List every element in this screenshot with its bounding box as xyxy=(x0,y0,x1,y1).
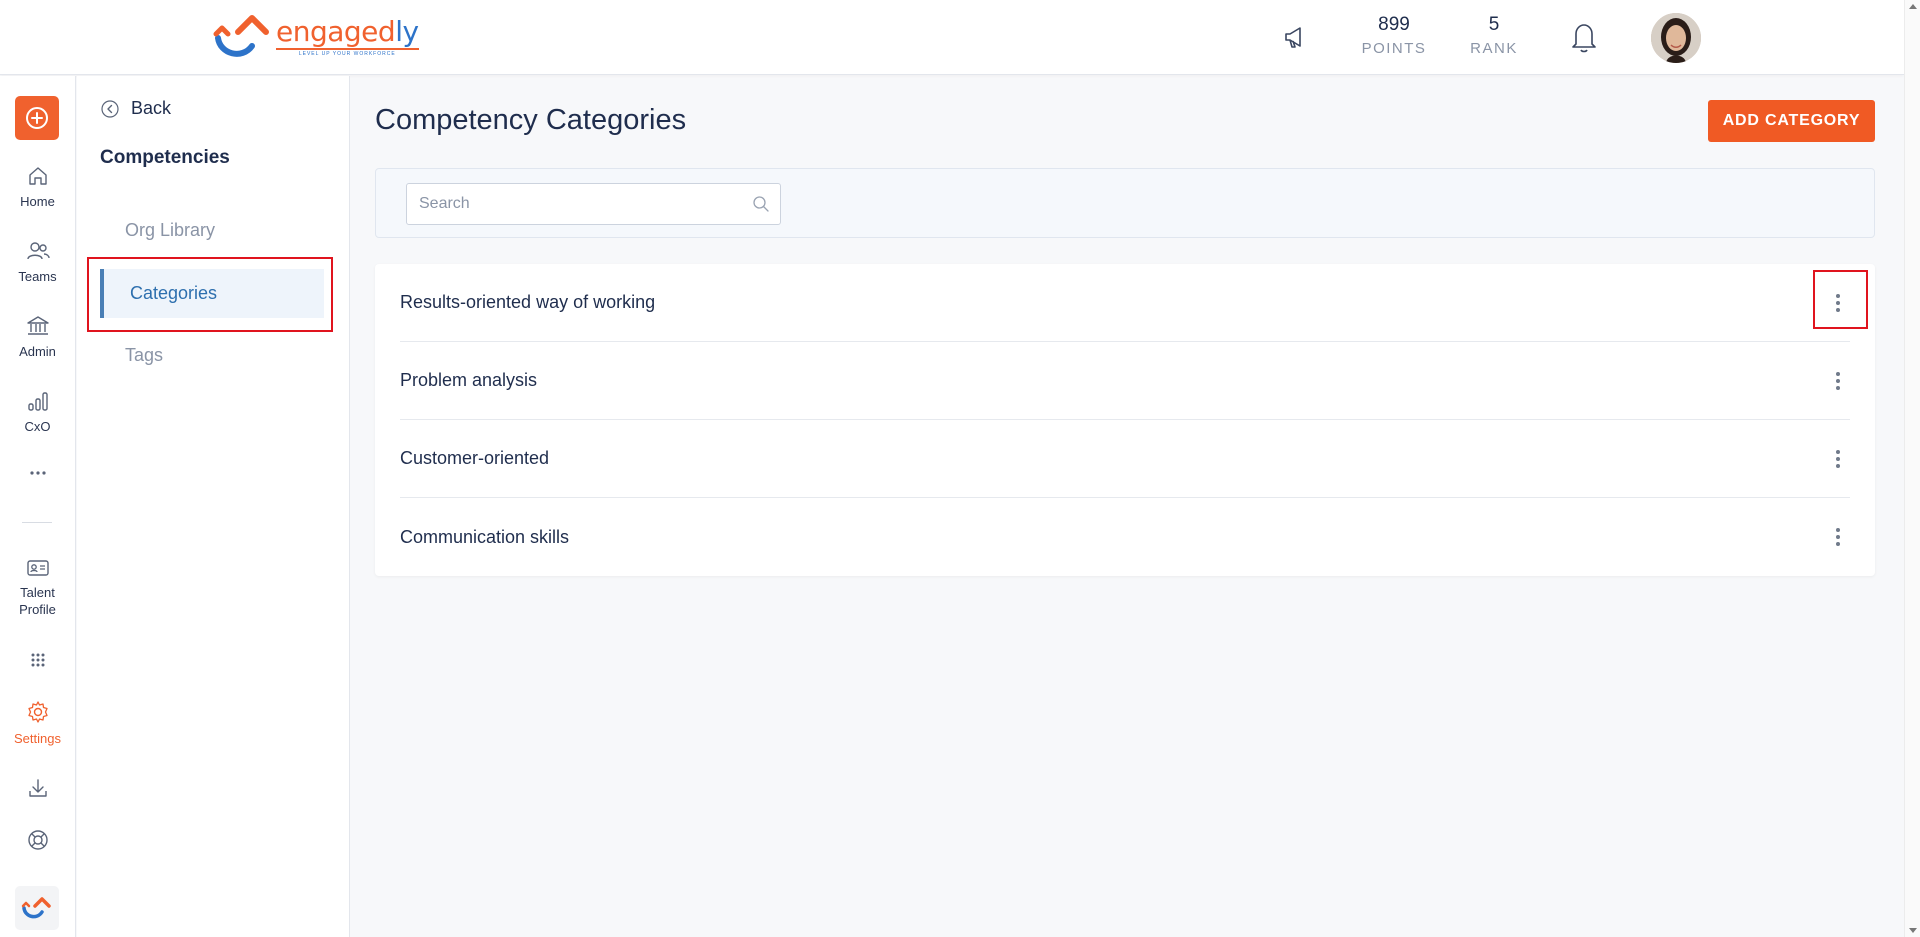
rail-item-cxo[interactable]: CxO xyxy=(0,390,75,435)
kebab-menu-icon[interactable] xyxy=(1826,366,1850,396)
rank-label: RANK xyxy=(1470,40,1518,57)
home-icon xyxy=(28,167,47,185)
megaphone-icon[interactable] xyxy=(1280,22,1310,52)
points-label: POINTS xyxy=(1361,40,1427,57)
more-horizontal-icon xyxy=(29,471,46,475)
plus-circle-icon xyxy=(26,107,48,129)
left-rail: Home Teams Admin CxO Talent Profile Sett… xyxy=(0,76,76,937)
category-list: Results-oriented way of working Problem … xyxy=(375,264,1875,576)
user-avatar[interactable] xyxy=(1651,13,1701,63)
admin-icon xyxy=(26,316,49,335)
rail-divider xyxy=(22,522,52,523)
rail-more-button[interactable] xyxy=(0,469,75,477)
category-name[interactable]: Customer-oriented xyxy=(400,448,549,469)
rank-stat[interactable]: 5 RANK xyxy=(1466,14,1522,57)
quick-add-button[interactable] xyxy=(15,96,59,140)
filter-bar xyxy=(375,168,1875,238)
rail-item-settings[interactable]: Settings xyxy=(0,700,75,747)
top-header: engagedly LEVEL UP YOUR WORKFORCE 899 PO… xyxy=(0,0,1904,75)
points-stat[interactable]: 899 POINTS xyxy=(1358,14,1430,57)
rail-brand-logo[interactable] xyxy=(15,886,59,930)
page-scrollbar[interactable] xyxy=(1904,0,1920,937)
brand-mark-icon xyxy=(21,897,51,919)
apps-grid-icon xyxy=(31,653,44,667)
kebab-menu-icon[interactable] xyxy=(1826,444,1850,474)
rail-label-settings: Settings xyxy=(14,731,61,746)
rail-label-admin: Admin xyxy=(19,344,56,359)
download-icon xyxy=(28,779,47,797)
back-button[interactable]: Back xyxy=(101,98,171,119)
scroll-down-arrow-icon[interactable] xyxy=(1909,928,1917,933)
kebab-menu-icon[interactable] xyxy=(1826,288,1850,318)
rail-label-talent-profile: Talent Profile xyxy=(19,585,56,617)
rail-item-home[interactable]: Home xyxy=(0,165,75,210)
scroll-up-arrow-icon[interactable] xyxy=(1909,4,1917,9)
rail-help-button[interactable] xyxy=(0,828,75,852)
category-row[interactable]: Problem analysis xyxy=(400,342,1850,420)
bell-icon[interactable] xyxy=(1568,20,1598,53)
rail-item-admin[interactable]: Admin xyxy=(0,315,75,360)
rail-label-cxo: CxO xyxy=(24,419,51,434)
rail-item-talent-profile[interactable]: Talent Profile xyxy=(0,558,75,618)
logo-mark-icon xyxy=(213,15,269,57)
category-row[interactable]: Customer-oriented xyxy=(400,420,1850,498)
search-box[interactable] xyxy=(406,183,781,225)
rail-label-home: Home xyxy=(20,194,55,209)
search-input[interactable] xyxy=(407,184,737,224)
add-category-button[interactable]: ADD CATEGORY xyxy=(1708,100,1875,142)
teams-icon xyxy=(26,242,50,260)
gear-icon xyxy=(27,701,48,723)
engagedly-logo[interactable]: engagedly LEVEL UP YOUR WORKFORCE xyxy=(212,12,419,62)
category-name[interactable]: Problem analysis xyxy=(400,370,537,391)
back-label: Back xyxy=(131,98,172,118)
subnav-item-tags[interactable]: Tags xyxy=(100,331,324,380)
category-name[interactable]: Results-oriented way of working xyxy=(400,292,655,313)
subnav-title: Competencies xyxy=(100,147,230,168)
chart-icon xyxy=(27,392,48,411)
rail-download-button[interactable] xyxy=(0,777,75,799)
rail-apps-button[interactable] xyxy=(0,652,75,668)
rail-item-teams[interactable]: Teams xyxy=(0,240,75,285)
category-row[interactable]: Communication skills xyxy=(400,498,1850,576)
chevron-left-circle-icon xyxy=(101,99,119,118)
logo-word-blue: ly xyxy=(395,15,419,48)
points-value: 899 xyxy=(1378,14,1410,35)
subnav-item-categories[interactable]: Categories xyxy=(100,269,324,318)
subnav-item-org-library[interactable]: Org Library xyxy=(100,206,324,255)
kebab-menu-icon[interactable] xyxy=(1826,522,1850,552)
category-name[interactable]: Communication skills xyxy=(400,527,569,548)
rank-value: 5 xyxy=(1488,14,1500,35)
lifebuoy-icon xyxy=(27,830,48,850)
search-icon[interactable] xyxy=(752,195,770,213)
competencies-subnav: Back Competencies Org Library Categories… xyxy=(77,76,350,937)
id-card-icon xyxy=(26,560,49,576)
logo-tagline: LEVEL UP YOUR WORKFORCE xyxy=(276,48,419,57)
rail-label-teams: Teams xyxy=(18,269,57,284)
logo-word-orange: engaged xyxy=(276,15,396,48)
page-title: Competency Categories xyxy=(375,104,687,136)
category-row[interactable]: Results-oriented way of working xyxy=(400,264,1850,342)
